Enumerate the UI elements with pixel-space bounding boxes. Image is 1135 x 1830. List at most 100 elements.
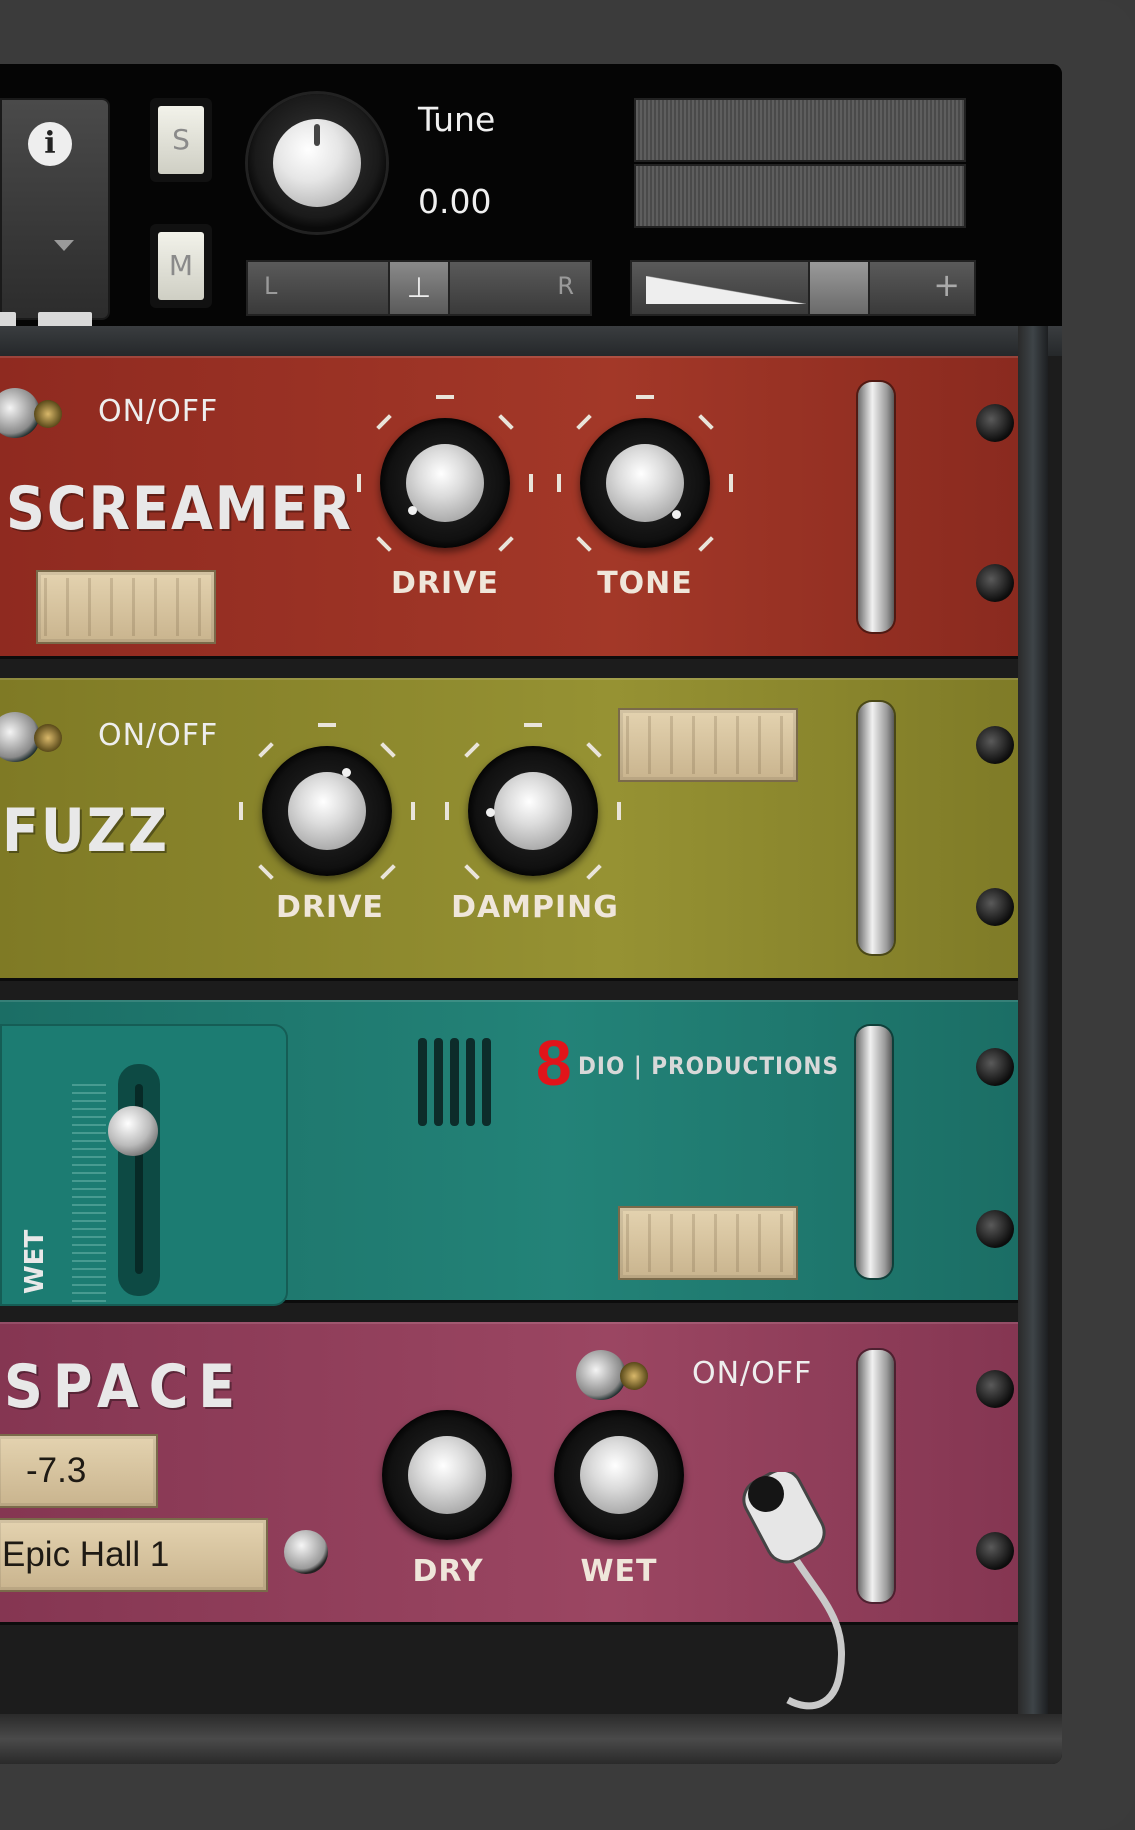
knob-tick: [698, 414, 714, 430]
preset-select-button[interactable]: [284, 1530, 328, 1574]
fuzz-rack-handle[interactable]: [858, 702, 894, 954]
space-value-display[interactable]: -7.3: [0, 1434, 158, 1508]
chevron-down-icon[interactable]: [54, 240, 74, 251]
space-wet-label: WET: [580, 1554, 658, 1589]
screamer-module: ON/OFF SCREAMER DRIVE TONE: [0, 356, 1018, 659]
space-title: SPACE: [4, 1352, 246, 1422]
screamer-onoff-switch[interactable]: [0, 384, 62, 442]
screamer-display: [36, 570, 216, 644]
rack-bolt: [976, 726, 1014, 764]
space-preset-display[interactable]: Epic Hall 1: [0, 1518, 268, 1592]
effects-rack: ON/OFF SCREAMER DRIVE TONE ON/OFF FUZZ D…: [0, 326, 1062, 1764]
space-onoff-label: ON/OFF: [692, 1356, 813, 1391]
volume-plus-label: +: [933, 266, 960, 304]
knob-tick: [258, 742, 274, 758]
knob-tick: [318, 723, 336, 727]
knob-tick: [498, 414, 514, 430]
knob-tick: [524, 723, 542, 727]
screamer-title: SCREAMER: [6, 474, 353, 544]
knob-tick: [698, 536, 714, 552]
knob-tick: [729, 474, 733, 492]
knob-tick: [258, 864, 274, 880]
space-module: SPACE ON/OFF -7.3 Epic Hall 1 DRY WET: [0, 1322, 1018, 1710]
fuzz-damping-knob[interactable]: [468, 746, 598, 876]
tune-value: 0.00: [418, 182, 492, 221]
pan-left-label: L: [264, 272, 278, 300]
knob-tick: [445, 802, 449, 820]
pan-right-label: R: [557, 272, 574, 300]
delay-display: [618, 1206, 798, 1280]
pan-handle[interactable]: ⊥: [388, 262, 450, 314]
mute-button[interactable]: M: [150, 224, 212, 308]
brand-logo-text: DIO | PRODUCTIONS: [578, 1052, 840, 1080]
space-wet-knob[interactable]: [554, 1410, 684, 1540]
rack-bolt: [976, 404, 1014, 442]
mute-label: M: [158, 232, 204, 300]
space-preset-text: Epic Hall 1: [2, 1535, 170, 1574]
wet-slider-track[interactable]: [118, 1064, 160, 1296]
vent-slot: [450, 1038, 459, 1126]
fuzz-onoff-label: ON/OFF: [98, 718, 219, 753]
knob-tick: [380, 742, 396, 758]
vent-slot: [466, 1038, 475, 1126]
delay-rack-handle[interactable]: [856, 1026, 892, 1278]
vent-slot: [482, 1038, 491, 1126]
knob-tick: [586, 864, 602, 880]
level-meter-right: [634, 164, 966, 228]
volume-slider[interactable]: - +: [630, 260, 976, 316]
tune-knob[interactable]: [248, 94, 386, 232]
knob-tick: [436, 395, 454, 399]
fuzz-title: FUZZ: [2, 796, 169, 866]
fuzz-onoff-switch[interactable]: [0, 708, 62, 766]
fuzz-drive-knob[interactable]: [262, 746, 392, 876]
screamer-drive-knob[interactable]: [380, 418, 510, 548]
knob-tick: [576, 536, 592, 552]
fuzz-display: [618, 708, 798, 782]
space-value-text: -7.3: [26, 1451, 87, 1490]
rack-bolt: [976, 1048, 1014, 1086]
space-dry-knob[interactable]: [382, 1410, 512, 1540]
solo-label: S: [158, 106, 204, 174]
screamer-rack-handle[interactable]: [858, 382, 894, 632]
knob-tick: [576, 414, 592, 430]
fuzz-damping-label: DAMPING: [451, 890, 619, 925]
screamer-tone-knob[interactable]: [580, 418, 710, 548]
wet-slider-panel: WET: [0, 1024, 288, 1306]
rack-top-rail: [0, 326, 1062, 356]
instrument-header: i S M Tune 0.00 L ⊥ R - +: [0, 64, 1062, 330]
wet-slider-module: WET 8 DIO | PRODUCTIONS: [0, 1000, 1018, 1306]
level-meter-left: [634, 98, 966, 162]
space-rack-handle[interactable]: [858, 1350, 894, 1602]
rack-bolt: [976, 1532, 1014, 1570]
fuzz-drive-label: DRIVE: [276, 890, 384, 925]
wet-slider-handle[interactable]: [108, 1106, 158, 1156]
rack-bottom-rail: [0, 1714, 1062, 1764]
rack-side-rail: [1018, 326, 1048, 1764]
knob-tick: [464, 742, 480, 758]
vent-slot: [418, 1038, 427, 1126]
knob-tick: [529, 474, 533, 492]
brand-logo-mark: 8: [536, 1027, 572, 1099]
knob-tick: [617, 802, 621, 820]
knob-tick: [239, 802, 243, 820]
knob-tick: [498, 536, 514, 552]
wet-slider-label: WET: [20, 1229, 50, 1294]
knob-tick: [376, 414, 392, 430]
space-dry-label: DRY: [412, 1554, 484, 1589]
rack-bolt: [976, 888, 1014, 926]
tune-knob-pointer: [314, 124, 320, 146]
rack-bolt: [976, 1210, 1014, 1248]
volume-ramp: [646, 276, 806, 304]
knob-tick: [411, 802, 415, 820]
screamer-tone-label: TONE: [597, 566, 693, 601]
wet-scale: [72, 1084, 106, 1302]
space-onoff-switch[interactable]: [576, 1346, 648, 1404]
knob-tick: [380, 864, 396, 880]
fuzz-module: ON/OFF FUZZ DRIVE DAMPING: [0, 678, 1018, 981]
screamer-drive-label: DRIVE: [391, 566, 499, 601]
solo-button[interactable]: S: [150, 98, 212, 182]
info-icon[interactable]: i: [28, 122, 72, 166]
screamer-onoff-label: ON/OFF: [98, 394, 219, 429]
volume-handle[interactable]: [808, 262, 870, 314]
pan-slider[interactable]: L ⊥ R: [246, 260, 592, 316]
